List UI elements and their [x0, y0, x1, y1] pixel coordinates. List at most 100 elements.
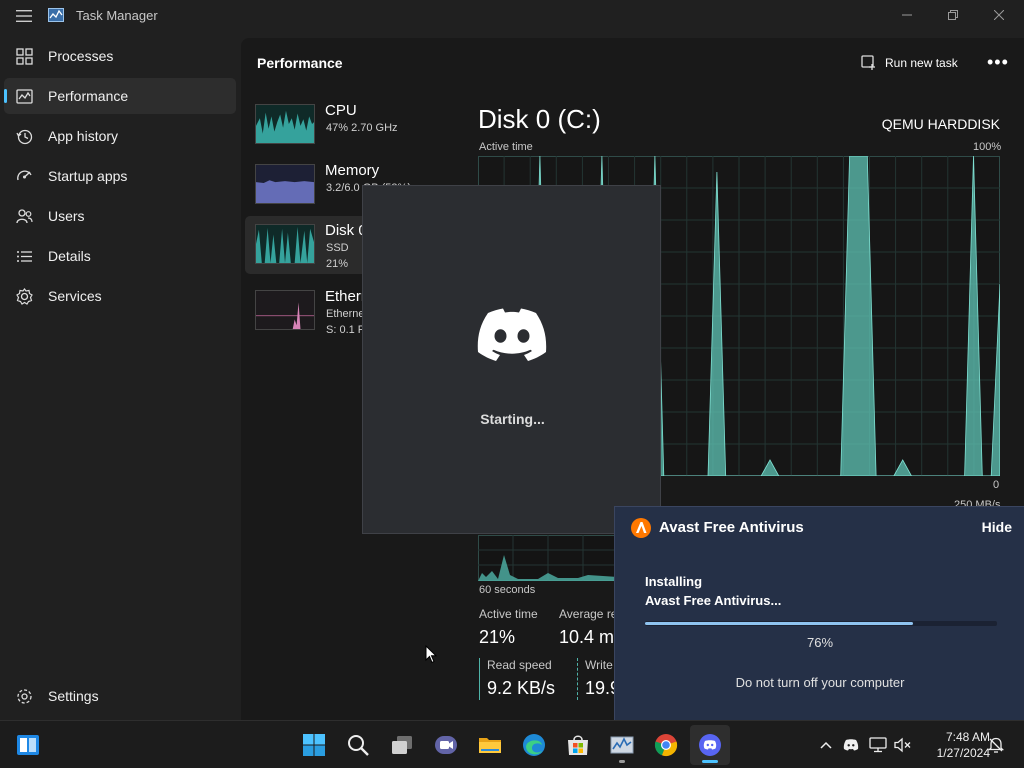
- search-icon: [348, 735, 369, 756]
- ethernet-thumbnail-graph: [255, 290, 315, 330]
- store-button[interactable]: [558, 725, 598, 765]
- more-options-button[interactable]: •••: [987, 52, 1009, 73]
- show-hidden-icons-button[interactable]: [816, 735, 836, 755]
- avast-title: Avast Free Antivirus: [659, 519, 804, 536]
- edge-icon: [523, 734, 545, 756]
- maximize-button[interactable]: [930, 0, 976, 30]
- task-manager-taskbar-button[interactable]: [602, 725, 642, 765]
- teams-icon: [435, 736, 457, 754]
- file-explorer-icon: [479, 738, 501, 753]
- volume-muted-icon: [894, 737, 911, 753]
- active-time-min-label: 0: [993, 479, 1000, 491]
- task-view-button[interactable]: [382, 725, 422, 765]
- sidebar-item-label: Users: [48, 208, 85, 224]
- running-indicator: [619, 760, 625, 763]
- restore-icon: [948, 10, 958, 20]
- edge-button[interactable]: [514, 725, 554, 765]
- clock-date: 1/27/2024: [936, 746, 990, 760]
- minimize-button[interactable]: [884, 0, 930, 30]
- read-speed-value: 9.2 KB/s: [487, 678, 556, 698]
- disk-title: Disk 0 (C:): [478, 104, 601, 134]
- teams-button[interactable]: [426, 725, 466, 765]
- discord-logo-icon: [477, 308, 547, 361]
- install-progress-percent: 76%: [806, 635, 834, 650]
- network-icon: [869, 737, 887, 753]
- taskbar-clock[interactable]: 7:48 AM 1/27/2024: [920, 729, 990, 761]
- sidebar-item-label: Startup apps: [48, 168, 128, 184]
- mouse-cursor-icon: [425, 645, 437, 664]
- hamburger-menu-icon[interactable]: [16, 9, 32, 23]
- cpu-thumbnail-graph: [255, 104, 315, 144]
- page-title: Performance: [257, 55, 343, 71]
- transfer-rate-chart: [478, 535, 618, 581]
- disk-model: QEMU HARDDISK: [881, 116, 1000, 132]
- active-time-max-label: 100%: [973, 141, 1002, 153]
- discord-icon: [699, 734, 721, 756]
- sidebar: Processes Performance App history Startu…: [0, 38, 240, 720]
- sidebar-item-label: Processes: [48, 48, 114, 64]
- start-button[interactable]: [294, 725, 334, 765]
- avast-install-notification: Avast Free Antivirus Hide Installing Ava…: [614, 506, 1024, 720]
- start-icon: [303, 734, 325, 756]
- resource-name: CPU: [325, 102, 357, 119]
- performance-icon: [16, 89, 33, 104]
- active-time-stat-label: Active time: [479, 607, 538, 621]
- network-tray-button[interactable]: [868, 735, 888, 755]
- startup-icon: [17, 170, 32, 181]
- read-speed-label: Read speed: [487, 658, 552, 672]
- run-task-icon: [861, 55, 875, 70]
- active-time-axis-label: Active time: [479, 141, 533, 153]
- disk-thumbnail-graph: [255, 224, 315, 264]
- discord-splash-window[interactable]: Starting...: [362, 185, 661, 534]
- sidebar-item-details[interactable]: Details: [4, 238, 236, 274]
- sidebar-item-processes[interactable]: Processes: [4, 38, 236, 74]
- settings-label: Settings: [48, 688, 99, 704]
- run-new-task-button[interactable]: Run new task: [861, 52, 958, 74]
- discord-taskbar-button[interactable]: [690, 725, 730, 765]
- grid-icon: [16, 48, 33, 65]
- notification-bell-icon: [987, 737, 1005, 753]
- users-icon: [16, 209, 33, 224]
- discord-status-text: Starting...: [480, 411, 545, 427]
- close-button[interactable]: [976, 0, 1022, 30]
- active-indicator: [702, 760, 718, 763]
- discord-tray-button[interactable]: [841, 735, 861, 755]
- search-button[interactable]: [338, 725, 378, 765]
- resource-detail: 21%: [326, 258, 349, 270]
- sixty-seconds-label: 60 seconds: [479, 584, 536, 596]
- sidebar-item-performance[interactable]: Performance: [4, 78, 236, 114]
- install-progress-bar: [645, 621, 997, 626]
- taskbar: 7:48 AM 1/27/2024: [0, 720, 1024, 768]
- task-manager-icon: [610, 736, 634, 754]
- sidebar-item-label: App history: [48, 128, 119, 144]
- installing-product-label: Avast Free Antivirus...: [645, 593, 782, 608]
- resource-detail: 47% 2.70 GHz: [326, 122, 398, 134]
- clock-time: 7:48 AM: [945, 730, 990, 744]
- avast-hide-button[interactable]: Hide: [982, 519, 1012, 535]
- chevron-up-icon: [820, 741, 832, 749]
- sidebar-item-app-history[interactable]: App history: [4, 118, 236, 154]
- sidebar-item-settings[interactable]: Settings: [4, 678, 236, 714]
- widgets-button[interactable]: [8, 725, 48, 765]
- gear-icon: [17, 689, 32, 704]
- task-manager-app-icon: [48, 8, 64, 22]
- notification-center-button[interactable]: [986, 735, 1006, 755]
- memory-thumbnail-graph: [255, 164, 315, 204]
- widgets-icon: [17, 735, 39, 755]
- discord-tray-icon: [843, 739, 859, 751]
- file-explorer-button[interactable]: [470, 725, 510, 765]
- resource-cpu[interactable]: CPU 47% 2.70 GHz: [245, 96, 485, 154]
- window-title: Task Manager: [76, 8, 158, 23]
- resource-name: Memory: [325, 162, 380, 179]
- chrome-icon: [654, 734, 678, 757]
- sidebar-item-label: Performance: [48, 88, 129, 104]
- write-speed-label: Write speed: [585, 658, 615, 672]
- minimize-icon: [902, 14, 912, 16]
- install-progress-fill: [645, 622, 913, 625]
- avast-logo-icon: [631, 518, 651, 538]
- volume-tray-button[interactable]: [893, 735, 913, 755]
- sidebar-item-services[interactable]: Services: [4, 278, 236, 314]
- sidebar-item-startup-apps[interactable]: Startup apps: [4, 158, 236, 194]
- chrome-button[interactable]: [646, 725, 686, 765]
- sidebar-item-users[interactable]: Users: [4, 198, 236, 234]
